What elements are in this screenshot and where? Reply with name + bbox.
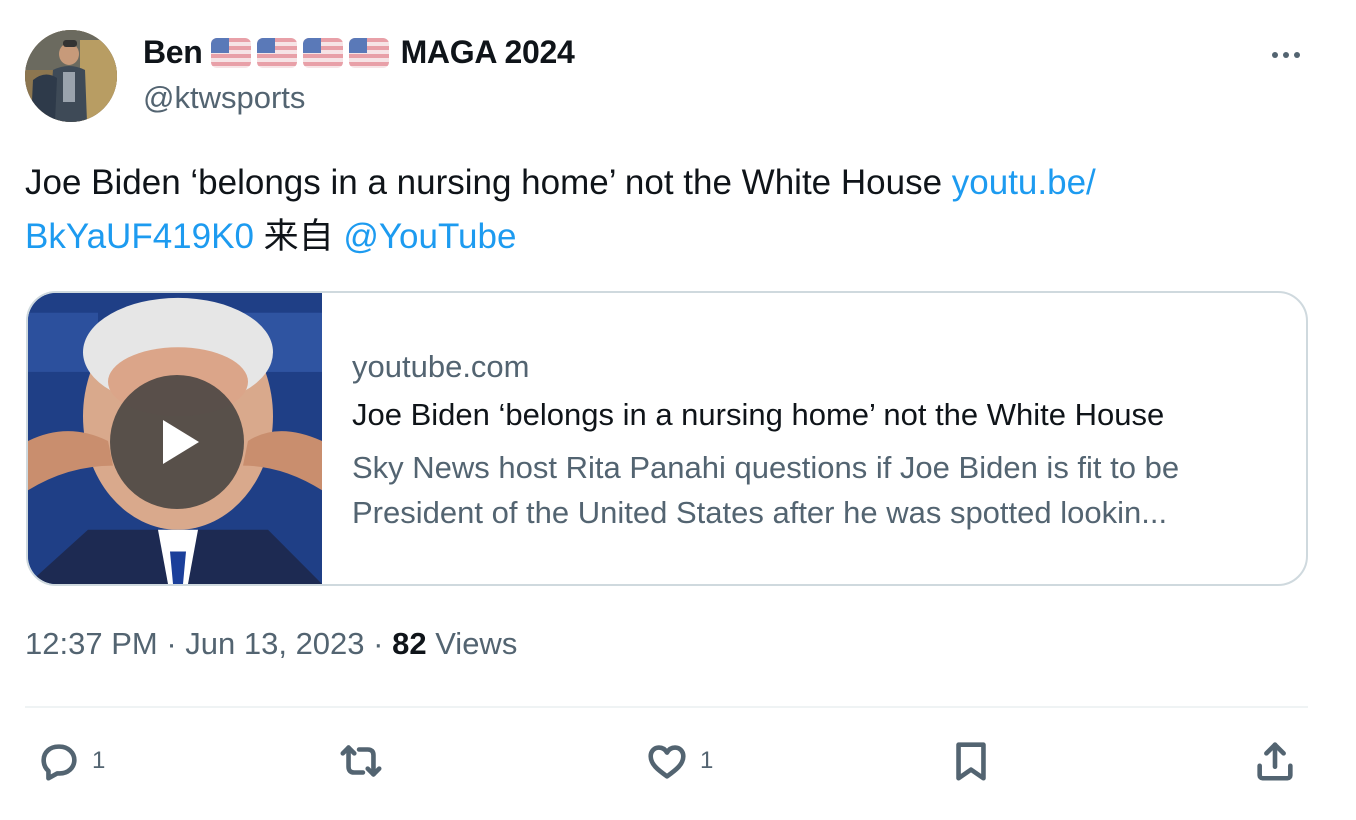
meta-separator: ·: [364, 626, 393, 661]
share-button[interactable]: [1252, 736, 1298, 786]
tweet-date[interactable]: Jun 13, 2023: [185, 626, 364, 661]
reply-button[interactable]: 1: [36, 736, 105, 786]
retweet-button[interactable]: [338, 736, 394, 786]
card-info: youtube.com Joe Biden ‘belongs in a nurs…: [322, 293, 1287, 584]
us-flag-icon: [256, 37, 297, 68]
like-count: 1: [700, 747, 714, 774]
more-dot-icon: [1272, 52, 1278, 58]
tweet-time[interactable]: 12:37 PM: [25, 626, 158, 661]
tweet-link-part1: youtu.be/: [951, 163, 1096, 202]
bookmark-icon: [956, 742, 986, 781]
more-dot-icon: [1294, 52, 1300, 58]
display-name-text: Ben: [143, 34, 203, 70]
card-domain: youtube.com: [352, 349, 530, 384]
us-flag-icon: [302, 37, 343, 68]
like-button[interactable]: 1: [644, 736, 713, 786]
youtube-mention[interactable]: @YouTube: [343, 217, 516, 256]
tweet-body: Joe Biden ‘belongs in a nursing home’ no…: [25, 163, 952, 202]
meta-separator: ·: [157, 626, 186, 661]
tweet: Ben MAGA 2024 @ktwsports Joe Biden ‘belo…: [0, 0, 1356, 820]
share-icon: [1257, 742, 1293, 781]
views-label: Views: [426, 626, 518, 661]
us-flag-icon: [348, 37, 389, 68]
avatar-photo: [25, 30, 117, 122]
views-count: 82: [392, 626, 427, 661]
play-icon: [163, 420, 199, 464]
reply-count: 1: [92, 747, 106, 774]
display-name-suffix: MAGA 2024: [400, 34, 575, 70]
play-button[interactable]: [110, 375, 244, 509]
reply-icon: [41, 744, 77, 781]
divider: [25, 706, 1308, 708]
tweet-text: Joe Biden ‘belongs in a nursing home’ no…: [25, 156, 1305, 264]
link-preview-card[interactable]: youtube.com Joe Biden ‘belongs in a nurs…: [26, 291, 1308, 586]
bookmark-button[interactable]: [948, 736, 994, 786]
tweet-meta: 12:37 PM · Jun 13, 2023 · 82 Views: [25, 626, 517, 662]
video-thumbnail[interactable]: [28, 293, 322, 584]
avatar[interactable]: [25, 30, 117, 122]
us-flag-icon: [210, 37, 251, 68]
more-options-button[interactable]: [1266, 38, 1306, 72]
user-handle[interactable]: @ktwsports: [143, 80, 305, 116]
heart-icon: [648, 745, 686, 779]
via-text: 来自: [253, 217, 344, 256]
flag-emojis: [210, 37, 389, 68]
card-title: Joe Biden ‘belongs in a nursing home’ no…: [352, 397, 1165, 432]
retweet-icon: [340, 745, 382, 777]
more-dot-icon: [1283, 52, 1289, 58]
display-name[interactable]: Ben MAGA 2024: [143, 34, 575, 71]
card-description: Sky News host Rita Panahi questions if J…: [352, 450, 1180, 530]
tweet-link-part2: BkYaUF419K0: [25, 217, 254, 256]
